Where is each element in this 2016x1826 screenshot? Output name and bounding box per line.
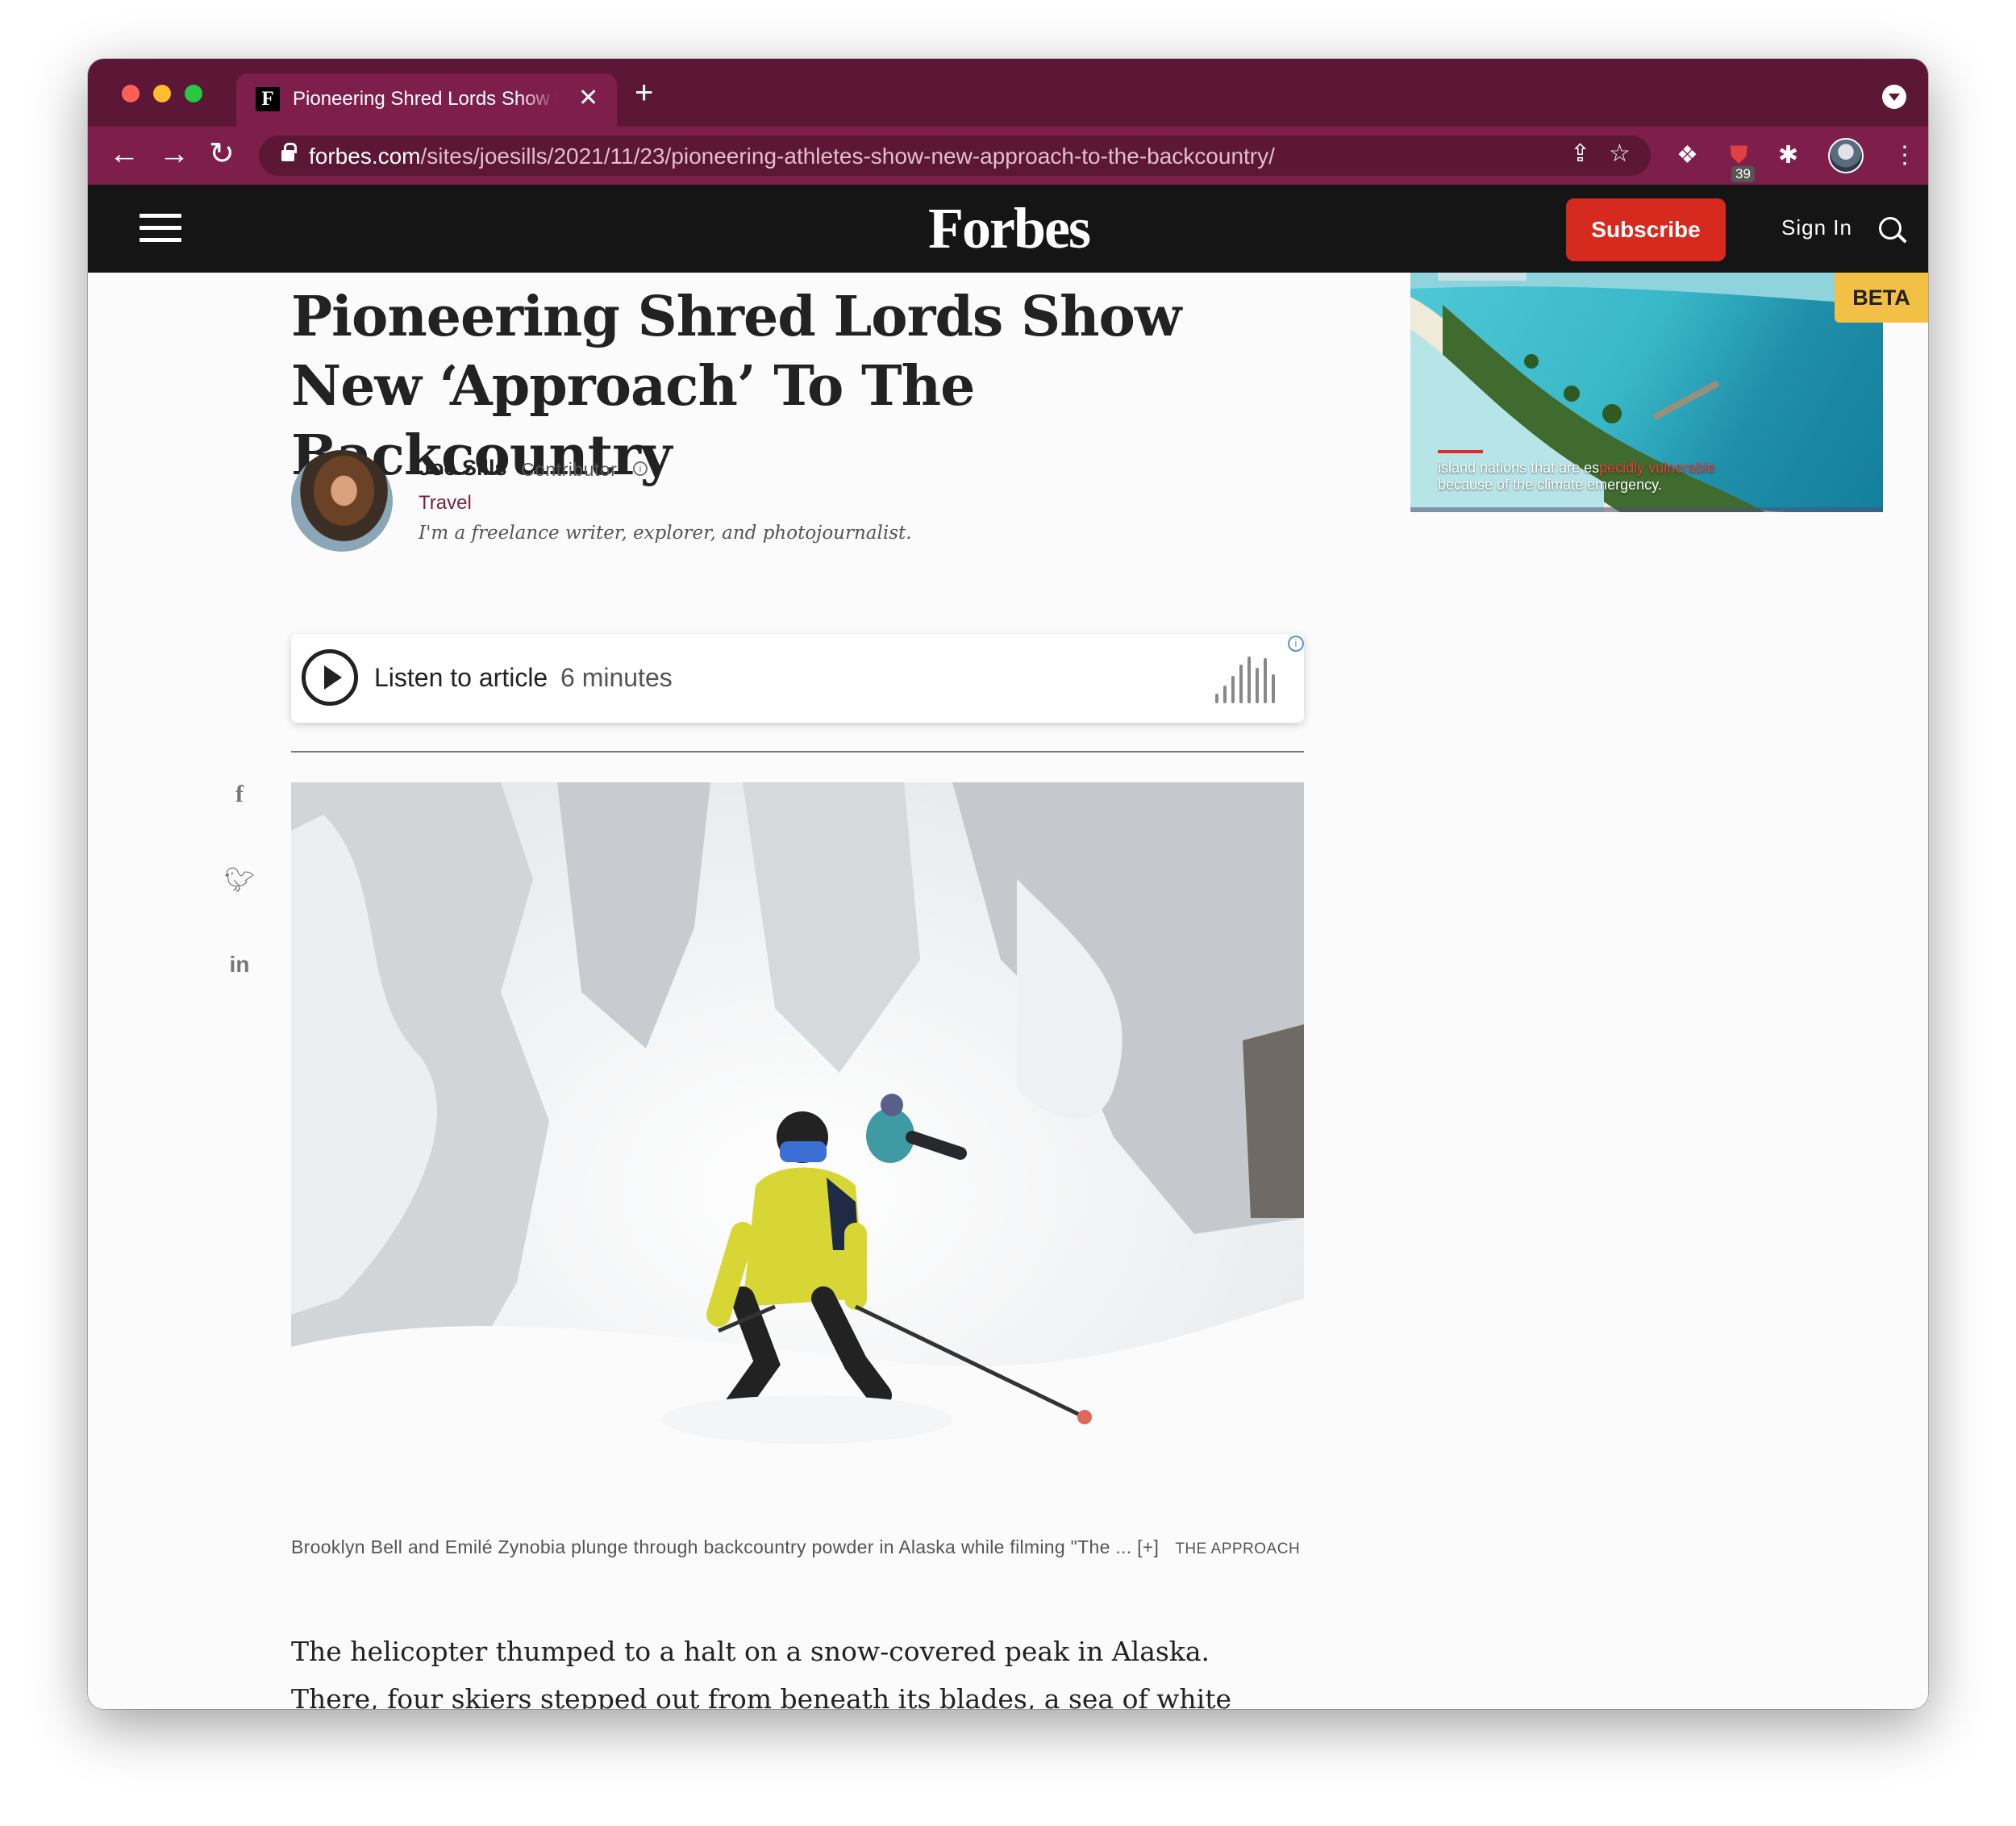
dropbox-extension-icon[interactable]: ❖ bbox=[1677, 137, 1698, 174]
lock-icon bbox=[281, 143, 297, 161]
search-icon[interactable] bbox=[1879, 217, 1901, 240]
image-caption: Brooklyn Bell and Emilé Zynobia plunge t… bbox=[291, 1531, 1304, 1565]
subscribe-button[interactable]: Subscribe bbox=[1566, 198, 1726, 261]
url-domain: forbes.com bbox=[309, 144, 421, 169]
profile-avatar[interactable] bbox=[1828, 138, 1864, 173]
beta-badge: BETA bbox=[1835, 273, 1928, 323]
ad-video-caption: island nations that are especidly vulner… bbox=[1438, 460, 1715, 494]
forbes-favicon-icon: F bbox=[256, 87, 280, 111]
share-icon[interactable]: ⇪ bbox=[1570, 135, 1590, 173]
listen-label: Listen to article bbox=[374, 663, 548, 692]
author-name-link[interactable]: Joe Sills bbox=[419, 456, 507, 481]
caption-text[interactable]: Brooklyn Bell and Emilé Zynobia plunge t… bbox=[291, 1536, 1159, 1557]
article-body-paragraph: The helicopter thumped to a halt on a sn… bbox=[291, 1636, 1232, 1709]
url-path: /sites/joesills/2021/11/23/pioneering-at… bbox=[420, 144, 1275, 169]
ad-caption-red: pecidly vulnerable bbox=[1599, 460, 1716, 476]
linkedin-share-icon[interactable]: in bbox=[223, 952, 256, 978]
ad-caption-accent bbox=[1438, 450, 1483, 453]
hamburger-menu-icon[interactable] bbox=[140, 214, 181, 243]
play-icon[interactable] bbox=[302, 649, 358, 706]
extensions-puzzle-icon[interactable]: ✱ bbox=[1778, 137, 1798, 174]
article-page: Pioneering Shred Lords Show New ‘Approac… bbox=[88, 273, 1928, 1709]
author-avatar[interactable] bbox=[291, 450, 393, 552]
tab-search-icon[interactable] bbox=[1882, 85, 1906, 109]
listen-duration: 6 minutes bbox=[560, 663, 673, 692]
info-icon[interactable]: i bbox=[633, 461, 648, 476]
waveform-icon bbox=[1215, 655, 1280, 703]
video-ad-player[interactable]: island nations that are especidly vulner… bbox=[1410, 273, 1883, 512]
twitter-share-icon[interactable]: 🐦︎ bbox=[223, 866, 256, 894]
back-arrow-icon[interactable]: ← bbox=[109, 135, 140, 173]
close-window-button[interactable] bbox=[122, 85, 140, 102]
ad-caption-line2: because of the climate emergency. bbox=[1438, 477, 1662, 493]
forward-arrow-icon[interactable]: → bbox=[159, 135, 190, 173]
browser-menu-icon[interactable]: ⋮ bbox=[1893, 137, 1917, 174]
browser-toolbar: ← → ↻ forbes.com/sites/joesills/2021/11/… bbox=[88, 127, 1928, 185]
browser-tab-active[interactable]: F Pioneering Shred Lords Show New ‘Appro… bbox=[236, 73, 617, 127]
forbes-logo[interactable]: Forbes bbox=[927, 194, 1091, 262]
sign-in-link[interactable]: Sign In bbox=[1781, 215, 1852, 240]
video-progress-bar[interactable] bbox=[1410, 507, 1883, 512]
new-tab-icon[interactable]: + bbox=[635, 77, 653, 109]
divider bbox=[291, 751, 1304, 752]
skier-photo bbox=[291, 782, 1304, 1523]
author-role: Contributor bbox=[521, 459, 618, 480]
tab-strip: F Pioneering Shred Lords Show New ‘Appro… bbox=[88, 59, 1928, 127]
ad-info-icon[interactable]: i bbox=[1288, 636, 1304, 652]
tab-title: Pioneering Shred Lords Show New ‘Approac… bbox=[293, 88, 559, 110]
url-text[interactable]: forbes.com/sites/joesills/2021/11/23/pio… bbox=[309, 144, 1275, 169]
facebook-share-icon[interactable]: f bbox=[223, 781, 256, 808]
bookmark-star-icon[interactable]: ☆ bbox=[1609, 135, 1631, 173]
browser-window: F Pioneering Shred Lords Show New ‘Appro… bbox=[88, 59, 1928, 1709]
ad-caption-white: island nations that are es bbox=[1438, 460, 1600, 476]
author-bio: I'm a freelance writer, explorer, and ph… bbox=[419, 523, 912, 544]
close-tab-icon[interactable]: ✕ bbox=[578, 85, 598, 112]
reload-icon[interactable]: ↻ bbox=[209, 135, 235, 173]
article-hero-image[interactable] bbox=[291, 782, 1304, 1523]
section-link-travel[interactable]: Travel bbox=[419, 492, 472, 515]
image-credit: THE APPROACH bbox=[1175, 1540, 1301, 1557]
address-bar[interactable]: forbes.com/sites/joesills/2021/11/23/pio… bbox=[259, 135, 1651, 176]
listen-to-article-player[interactable]: Listen to article 6 minutes i bbox=[291, 634, 1304, 723]
extension-badge-count: 39 bbox=[1731, 166, 1755, 182]
forbes-navbar: Forbes Subscribe Sign In bbox=[88, 185, 1928, 273]
zoom-window-button[interactable] bbox=[185, 85, 202, 102]
minimize-window-button[interactable] bbox=[153, 85, 171, 102]
